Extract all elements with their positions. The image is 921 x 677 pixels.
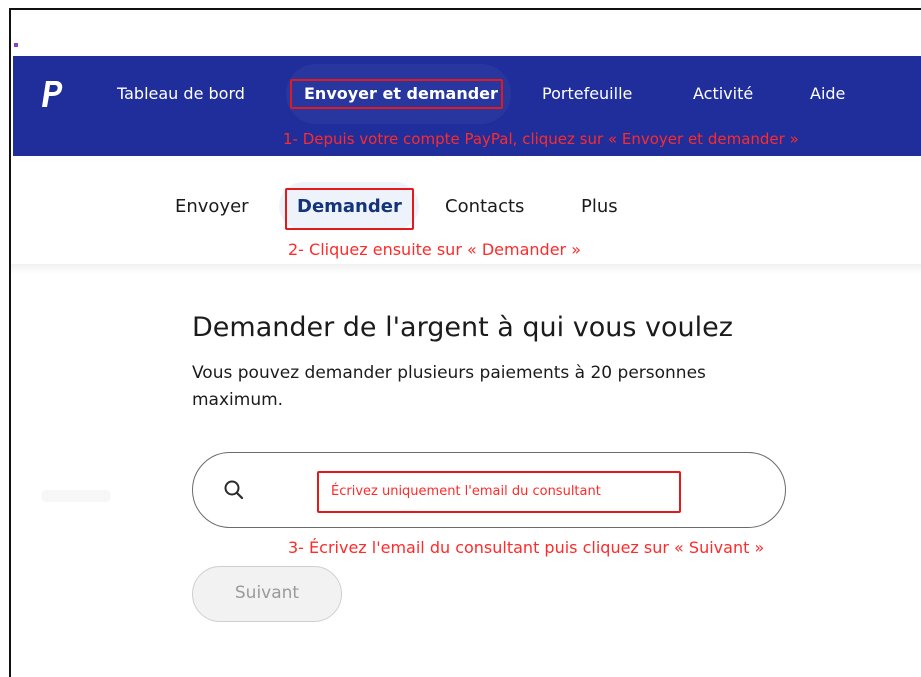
instruction-step-1: 1- Depuis votre compte PayPal, cliquez s… [283, 130, 799, 148]
next-button[interactable]: Suivant [192, 566, 342, 622]
screenshot-frame: Tableau de bord Envoyer et demander Port… [9, 8, 921, 677]
faded-artifact [41, 490, 111, 502]
section-divider [11, 264, 921, 274]
paypal-logo-icon[interactable] [41, 81, 63, 109]
nav-activite[interactable]: Activité [693, 84, 753, 103]
input-instruction-overlay: Écrivez uniquement l'email du consultant [331, 484, 601, 499]
tab-plus[interactable]: Plus [581, 196, 618, 217]
highlight-box-nav [290, 79, 503, 109]
highlight-box-tab [285, 188, 414, 230]
nav-aide[interactable]: Aide [810, 84, 845, 103]
tab-contacts[interactable]: Contacts [445, 196, 524, 217]
top-navigation: Tableau de bord Envoyer et demander Port… [13, 56, 921, 156]
marker-dot [14, 43, 18, 47]
instruction-step-2: 2- Cliquez ensuite sur « Demander » [288, 240, 581, 259]
sub-navigation: Envoyer Demander Contacts Plus 2- Clique… [11, 156, 921, 264]
nav-portefeuille[interactable]: Portefeuille [542, 84, 632, 103]
instruction-step-3: 3- Écrivez l'email du consultant puis cl… [288, 538, 765, 557]
page-title: Demander de l'argent à qui vous voulez [192, 312, 733, 343]
nav-tableau-de-bord[interactable]: Tableau de bord [117, 84, 245, 103]
search-icon [224, 480, 244, 500]
page-description: Vous pouvez demander plusieurs paiements… [192, 363, 706, 410]
tab-envoyer[interactable]: Envoyer [175, 196, 249, 217]
